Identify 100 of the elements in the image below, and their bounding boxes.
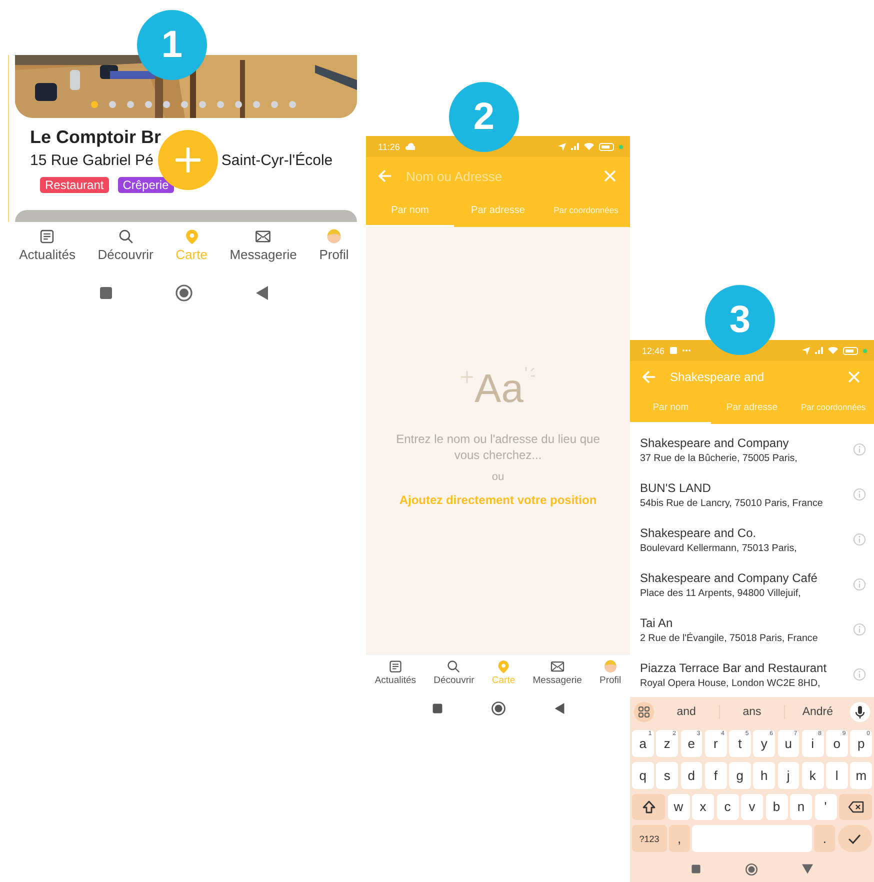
separator-text: ou <box>492 471 504 483</box>
letter-key[interactable]: f <box>704 762 726 788</box>
enter-key[interactable] <box>838 825 872 852</box>
wifi-icon <box>828 347 838 354</box>
avatar-icon <box>324 228 344 245</box>
step-badge: 2 <box>449 82 519 152</box>
nav-tab[interactable]: Actualités <box>19 228 76 262</box>
letter-key[interactable]: d <box>680 762 702 788</box>
backspace-icon <box>848 800 864 813</box>
avatar-icon <box>602 659 618 674</box>
more-icon <box>682 349 691 352</box>
nav-tab[interactable]: Messagerie <box>532 659 582 693</box>
letter-key[interactable]: x <box>692 794 714 820</box>
letter-key[interactable]: w <box>668 794 690 820</box>
shift-key[interactable] <box>632 794 665 820</box>
indicator-dot-icon <box>619 144 623 148</box>
empty-message: Entrez le nom ou l'adresse du lieu que vous cherchez... <box>395 431 601 463</box>
letter-key[interactable]: m <box>850 762 872 788</box>
letter-key[interactable]: g <box>729 762 751 788</box>
result-item[interactable]: Shakespeare and Co. Boulevard Kellermann, 75013 Paris, <box>630 517 874 562</box>
map-pin-icon <box>496 659 512 674</box>
recent-apps-icon[interactable] <box>99 286 113 300</box>
nav-tab[interactable]: Découvrir <box>434 659 474 693</box>
letter-key[interactable]: h <box>753 762 775 788</box>
back-icon[interactable] <box>554 702 564 714</box>
symbols-key[interactable]: ?123 <box>632 825 666 852</box>
close-icon[interactable] <box>604 170 616 182</box>
word-suggestion[interactable]: and <box>654 706 719 718</box>
result-address: Boulevard Kellermann, 75013 Paris, <box>640 542 798 554</box>
search-icon <box>446 659 462 674</box>
result-item[interactable]: BUN'S LAND 54bis Rue de Lancry, 75010 Paris, France <box>630 472 874 517</box>
nav-tab[interactable]: Découvrir <box>98 228 154 262</box>
step-badge: 1 <box>137 10 207 80</box>
recent-apps-icon[interactable] <box>432 702 442 714</box>
info-icon[interactable] <box>853 578 866 591</box>
letter-key[interactable]: ' <box>814 794 836 820</box>
hide-keyboard-icon[interactable] <box>802 864 813 874</box>
result-address: 54bis Rue de Lancry, 75010 Paris, France <box>640 498 824 508</box>
info-icon[interactable] <box>853 488 866 501</box>
battery-icon <box>843 346 858 354</box>
address-text: Saint-Cyr-l'École <box>221 152 333 169</box>
category-tag: Restaurant <box>40 177 109 193</box>
notification-icon <box>670 347 677 354</box>
recent-apps-icon[interactable] <box>691 864 701 874</box>
space-key[interactable] <box>692 825 812 852</box>
letter-key[interactable]: j <box>778 762 800 788</box>
result-name: Shakespeare and Company <box>640 436 790 450</box>
result-item[interactable]: Shakespeare and Company 37 Rue de la Bûcherie, 75005 Paris, <box>630 427 874 472</box>
close-icon[interactable] <box>848 370 860 382</box>
nav-tab[interactable]: Actualités <box>374 659 416 693</box>
punctuation-key[interactable]: . <box>814 825 835 852</box>
shift-arrow-icon <box>642 800 656 814</box>
cloud-icon <box>404 142 415 150</box>
word-suggestion[interactable]: André <box>785 706 850 718</box>
letter-key[interactable]: s <box>656 762 678 788</box>
letter-key[interactable]: k <box>802 762 824 788</box>
wifi-icon <box>584 143 594 150</box>
nav-tab[interactable]: Profil <box>600 659 622 693</box>
letter-key[interactable]: l <box>826 762 848 788</box>
result-address: Royal Opera House, London WC2E 8HD, <box>640 678 822 688</box>
home-icon[interactable] <box>175 284 193 302</box>
nav-tab[interactable]: Messagerie <box>230 228 297 262</box>
letter-key[interactable]: v <box>741 794 763 820</box>
home-icon[interactable] <box>490 700 506 716</box>
home-icon[interactable] <box>745 862 758 876</box>
result-name: BUN'S LAND <box>640 480 712 494</box>
nav-tab[interactable]: Profil <box>319 228 349 262</box>
result-name: Shakespeare and Co. <box>640 526 758 540</box>
search-bar[interactable]: Nom ou Adresse <box>366 157 630 195</box>
backspace-key[interactable] <box>839 794 872 820</box>
result-item[interactable]: Piazza Terrace Bar and Restaurant Royal Opera House, London WC2E 8HD, <box>630 652 874 697</box>
result-name: Shakespeare and Company Café <box>640 570 818 584</box>
microphone-icon[interactable] <box>850 702 870 722</box>
result-name: Piazza Terrace Bar and Restaurant <box>640 660 828 674</box>
back-icon[interactable] <box>255 286 269 300</box>
back-arrow-icon[interactable] <box>642 370 656 384</box>
status-time: 11:26 <box>378 142 400 152</box>
envelope-icon <box>550 659 565 674</box>
letter-key[interactable]: b <box>766 794 788 820</box>
info-icon[interactable] <box>853 623 866 636</box>
letter-key[interactable]: c <box>716 794 738 820</box>
result-item[interactable]: Tai An 2 Rue de l'Évangile, 75018 Paris, France <box>630 607 874 652</box>
letter-key[interactable]: n <box>790 794 812 820</box>
grid-icon[interactable] <box>634 702 654 722</box>
sparkle-icon <box>460 371 473 383</box>
result-address: Place des 11 Arpents, 94800 Villejuif, <box>640 588 802 598</box>
envelope-icon <box>253 228 274 245</box>
info-icon[interactable] <box>853 443 866 456</box>
letter-key[interactable]: q <box>632 762 654 788</box>
punctuation-key[interactable]: , <box>669 825 690 852</box>
category-tag: Crêperie <box>118 177 174 193</box>
signal-icon <box>815 347 823 354</box>
result-name: Tai An <box>640 616 674 630</box>
back-arrow-icon[interactable] <box>378 169 392 183</box>
address-text: 15 Rue Gabriel Pé <box>30 152 154 169</box>
word-suggestion[interactable]: ans <box>720 706 784 718</box>
info-icon[interactable] <box>853 533 866 546</box>
result-address: 2 Rue de l'Évangile, 75018 Paris, France <box>640 632 819 644</box>
result-item[interactable]: Shakespeare and Company Café Place des 11 Arpents, 94800 Villejuif, <box>630 562 874 607</box>
info-icon[interactable] <box>853 668 866 681</box>
